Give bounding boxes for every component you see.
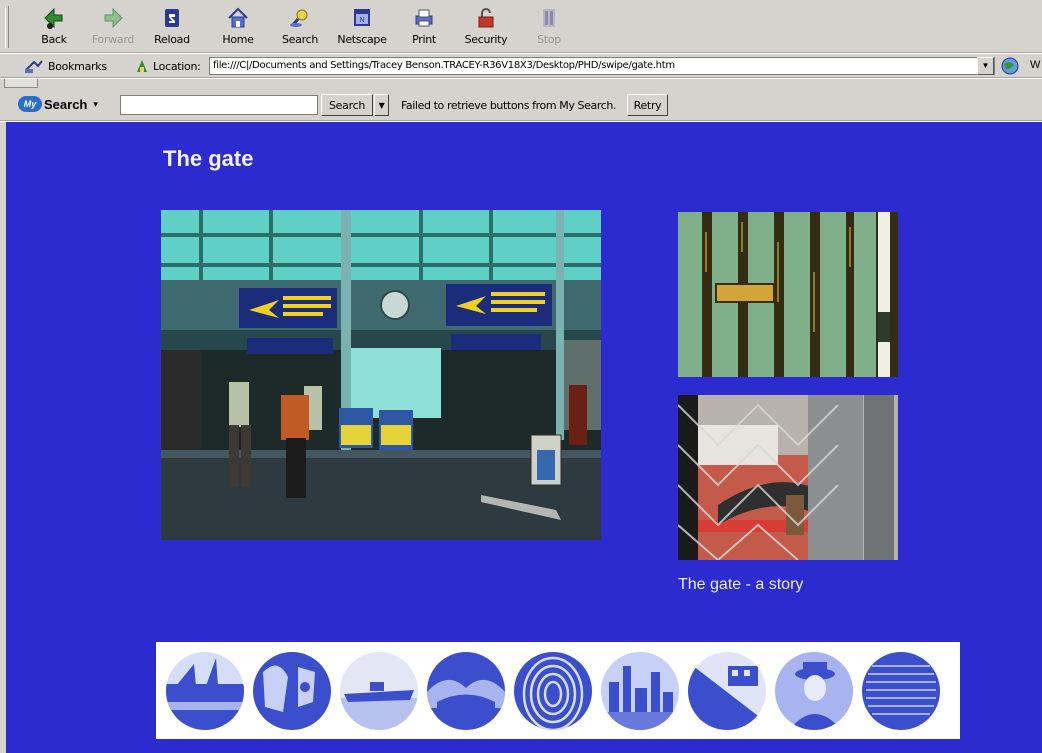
security-lock-icon (478, 8, 494, 28)
back-arrow-icon (44, 7, 63, 29)
security-button[interactable]: Security (459, 4, 513, 50)
page-content: The gate The gate - a story (6, 122, 1042, 753)
thumbnail-ship[interactable] (340, 652, 418, 730)
stop-icon (543, 9, 555, 27)
browser-window: Back Forward Reload Home Search N Netsca… (0, 0, 1042, 753)
my-search-submit-button[interactable]: Search (321, 94, 373, 116)
airport-gate-photo (161, 210, 601, 540)
reload-label: Reload (154, 33, 190, 46)
thumbnail-text-page[interactable] (862, 652, 940, 730)
thumbnail-portrait[interactable] (775, 652, 853, 730)
bookmarks-button[interactable]: Bookmarks (24, 58, 107, 74)
search-label: Search (282, 33, 318, 46)
print-label: Print (412, 33, 436, 46)
thumbnail-strip (156, 642, 960, 739)
my-search-toolbar: My Search ▾ Search ▼ Failed to retrieve … (0, 89, 1042, 121)
netscape-label: Netscape (337, 33, 387, 46)
thumbnail-street[interactable] (688, 652, 766, 730)
location-icon (137, 60, 147, 72)
gate-closeup-photo (678, 212, 898, 377)
home-button[interactable]: Home (211, 4, 265, 50)
my-search-badge: My (18, 96, 42, 112)
my-search-dropdown-button[interactable]: ▼ (374, 94, 389, 116)
print-icon (415, 9, 433, 27)
search-icon (290, 9, 308, 27)
thumbnail-figures[interactable] (253, 652, 331, 730)
netscape-icon: N (354, 9, 370, 26)
stop-label: Stop (537, 33, 561, 46)
my-search-word: Search (44, 96, 88, 112)
bookmarks-label: Bookmarks (48, 59, 107, 73)
home-label: Home (222, 33, 254, 46)
location-label: Location: (153, 59, 201, 73)
stop-button[interactable]: Stop (522, 4, 576, 50)
svg-text:N: N (359, 17, 364, 24)
print-button[interactable]: Print (397, 4, 451, 50)
story-link[interactable]: The gate - a story (678, 576, 803, 594)
bookmarks-icon (25, 60, 43, 73)
thumbnail-city[interactable] (601, 652, 679, 730)
toolbar-grip[interactable] (5, 6, 9, 48)
back-label: Back (41, 33, 67, 46)
location-bar: Bookmarks Location: file:///C|/Documents… (0, 54, 1042, 78)
url-dropdown-button[interactable]: ▼ (977, 57, 994, 75)
page-title: The gate (163, 146, 254, 171)
location-label-group: Location: (135, 58, 201, 74)
forward-button[interactable]: Forward (86, 4, 140, 50)
tab-strip (0, 79, 1042, 89)
home-icon (228, 7, 248, 28)
thumbnail-landscape[interactable] (427, 652, 505, 730)
forward-label: Forward (91, 33, 135, 46)
forward-arrow-icon (104, 7, 123, 29)
my-search-error-message: Failed to retrieve buttons from My Searc… (401, 99, 617, 112)
retry-button[interactable]: Retry (627, 94, 668, 116)
navigation-toolbar: Back Forward Reload Home Search N Netsca… (0, 0, 1042, 53)
fence-closeup-photo (678, 395, 898, 560)
collapse-tab[interactable] (4, 79, 38, 88)
thumbnail-harbour[interactable] (166, 652, 244, 730)
security-label: Security (464, 33, 508, 46)
reload-button[interactable]: Reload (145, 4, 199, 50)
my-search-input[interactable] (120, 95, 318, 115)
whats-related-label[interactable]: W (1030, 59, 1040, 71)
back-button[interactable]: Back (27, 4, 81, 50)
whats-related-globe-icon[interactable] (1000, 56, 1020, 76)
chevron-down-icon[interactable]: ▾ (93, 99, 98, 110)
search-button[interactable]: Search (273, 4, 327, 50)
netscape-button[interactable]: N Netscape (335, 4, 389, 50)
url-field[interactable]: file:///C|/Documents and Settings/Tracey… (209, 57, 995, 75)
thumbnail-fingerprint[interactable] (514, 652, 592, 730)
my-search-logo[interactable]: My Search ▾ (18, 96, 98, 112)
reload-icon (165, 9, 179, 27)
